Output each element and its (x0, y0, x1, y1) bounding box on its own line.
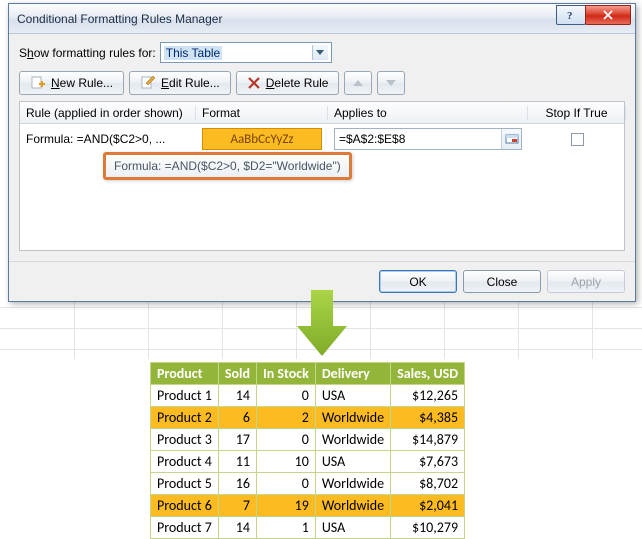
table-row[interactable]: Product 7141USA$10,279 (151, 517, 465, 539)
cell-delivery: USA (315, 451, 390, 473)
apply-button[interactable]: Apply (547, 270, 625, 293)
table-row[interactable]: Product 41110USA$7,673 (151, 451, 465, 473)
cell-sold: 14 (218, 385, 256, 407)
dropdown-selected: This Table (164, 46, 222, 60)
table-row[interactable]: Product 6719Worldwide$2,041 (151, 495, 465, 517)
cell-sold: 17 (218, 429, 256, 451)
delete-rule-icon (247, 76, 261, 90)
dialog-title: Conditional Formatting Rules Manager (17, 12, 222, 26)
cell-sold: 14 (218, 517, 256, 539)
cell-delivery: Worldwide (315, 495, 390, 517)
cell-instock: 0 (256, 429, 315, 451)
cell-instock: 1 (256, 517, 315, 539)
cell-sales: $12,265 (391, 385, 465, 407)
rule-row[interactable]: Formula: =AND($C2>0, ... AaBbCcYyZz (20, 124, 624, 154)
cell-sales: $14,879 (391, 429, 465, 451)
cell-sales: $4,385 (391, 407, 465, 429)
cell-delivery: USA (315, 517, 390, 539)
down-arrow-icon (297, 290, 347, 356)
cell-product: Product 6 (151, 495, 219, 517)
chevron-down-icon (386, 79, 396, 87)
cell-delivery: Worldwide (315, 473, 390, 495)
cell-product: Product 5 (151, 473, 219, 495)
col-stopiftrue: Stop If True (528, 106, 626, 120)
window-close-button[interactable] (585, 5, 631, 25)
svg-text:?: ? (567, 10, 573, 21)
delete-rule-button[interactable]: Delete Rule (236, 71, 340, 95)
col-format: Format (196, 106, 328, 120)
applies-to-input[interactable] (335, 129, 501, 149)
table-row[interactable]: Product 1140USA$12,265 (151, 385, 465, 407)
cell-product: Product 4 (151, 451, 219, 473)
cell-product: Product 1 (151, 385, 219, 407)
help-button[interactable]: ? (556, 5, 586, 25)
cell-sales: $10,279 (391, 517, 465, 539)
cell-sold: 7 (218, 495, 256, 517)
cell-sold: 16 (218, 473, 256, 495)
stop-if-true-checkbox[interactable] (571, 133, 584, 146)
show-rules-for-label: Show formatting rules for: (19, 46, 156, 60)
table-row[interactable]: Product 5160Worldwide$8,702 (151, 473, 465, 495)
table-row[interactable]: Product 262Worldwide$4,385 (151, 407, 465, 429)
edit-rule-button[interactable]: Edit Rule... (129, 71, 231, 95)
close-button[interactable]: Close (463, 270, 541, 293)
cell-sold: 6 (218, 407, 256, 429)
cell-product: Product 2 (151, 407, 219, 429)
th-sold: Sold (218, 363, 256, 385)
result-table: Product Sold In Stock Delivery Sales, US… (150, 362, 465, 539)
cell-sales: $7,673 (391, 451, 465, 473)
th-sales: Sales, USD (391, 363, 465, 385)
cell-sales: $8,702 (391, 473, 465, 495)
cell-product: Product 3 (151, 429, 219, 451)
show-rules-for-dropdown[interactable]: This Table (160, 42, 332, 63)
cell-instock: 0 (256, 385, 315, 407)
new-rule-icon (30, 75, 46, 91)
titlebar[interactable]: Conditional Formatting Rules Manager ? (9, 4, 635, 34)
cell-delivery: Worldwide (315, 429, 390, 451)
grid-header: Rule (applied in order shown) Format App… (20, 102, 624, 124)
cell-instock: 10 (256, 451, 315, 473)
edit-rule-icon (140, 75, 156, 91)
table-header-row: Product Sold In Stock Delivery Sales, US… (151, 363, 465, 385)
cell-product: Product 7 (151, 517, 219, 539)
th-delivery: Delivery (315, 363, 390, 385)
move-up-button[interactable] (344, 71, 372, 95)
col-rule: Rule (applied in order shown) (20, 106, 196, 120)
ok-button[interactable]: OK (379, 270, 457, 293)
cell-sold: 11 (218, 451, 256, 473)
rule-formula-cell: Formula: =AND($C2>0, ... (20, 124, 196, 154)
formula-tooltip: Formula: =AND($C2>0, $D2="Worldwide") (103, 152, 352, 180)
range-picker-icon[interactable] (501, 129, 521, 149)
cell-sales: $2,041 (391, 495, 465, 517)
col-appliesto: Applies to (328, 106, 528, 120)
cell-delivery: Worldwide (315, 407, 390, 429)
cell-instock: 19 (256, 495, 315, 517)
cell-instock: 0 (256, 473, 315, 495)
chevron-up-icon (353, 79, 363, 87)
format-preview: AaBbCcYyZz (202, 128, 322, 150)
applies-to-field[interactable] (334, 128, 522, 150)
th-instock: In Stock (256, 363, 315, 385)
table-row[interactable]: Product 3170Worldwide$14,879 (151, 429, 465, 451)
cell-instock: 2 (256, 407, 315, 429)
cell-delivery: USA (315, 385, 390, 407)
chevron-down-icon (312, 45, 328, 60)
new-rule-button[interactable]: New Rule... (19, 71, 124, 95)
move-down-button[interactable] (377, 71, 405, 95)
th-product: Product (151, 363, 219, 385)
